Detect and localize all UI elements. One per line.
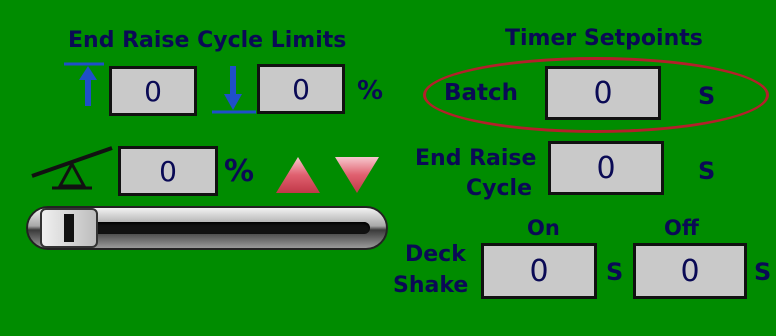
end-raise-cycle-label-line2: Cycle [466,176,532,201]
triangle-up-icon[interactable] [274,155,322,195]
seesaw-icon [31,146,113,190]
limit-unit-label: % [357,76,384,106]
batch-label: Batch [444,80,519,106]
deck-shake-on-field[interactable]: 0 [481,243,597,299]
deck-shake-on-unit-label: S [606,258,624,286]
deck-shake-label-line1: Deck [405,242,466,267]
triangle-down-icon[interactable] [333,155,381,195]
batch-field[interactable]: 0 [545,66,661,120]
tilt-slider-thumb[interactable] [40,208,98,248]
upper-limit-field[interactable]: 0 [109,66,197,116]
tilt-unit-label: % [224,154,255,189]
end-raise-cycle-field[interactable]: 0 [548,141,664,195]
end-raise-cycle-label-line1: End Raise [415,146,537,171]
timer-setpoints-title: Timer Setpoints [505,26,703,51]
deck-shake-off-unit-label: S [754,258,772,286]
batch-unit-label: S [698,82,716,110]
tilt-value-field[interactable]: 0 [118,146,218,196]
end-raise-limits-title: End Raise Cycle Limits [68,28,347,53]
deck-shake-off-label: Off [664,216,699,240]
deck-shake-off-field[interactable]: 0 [633,243,747,299]
hmi-panel: End Raise Cycle Limits 0 0 % 0 % Timer S… [0,0,776,336]
lower-limit-field[interactable]: 0 [257,64,345,114]
arrow-down-to-line-icon [212,66,256,114]
deck-shake-label-line2: Shake [393,273,469,298]
end-raise-cycle-unit-label: S [698,157,716,185]
slider-groove [58,222,370,234]
arrow-up-to-line-icon [64,62,104,106]
deck-shake-on-label: On [527,216,560,240]
